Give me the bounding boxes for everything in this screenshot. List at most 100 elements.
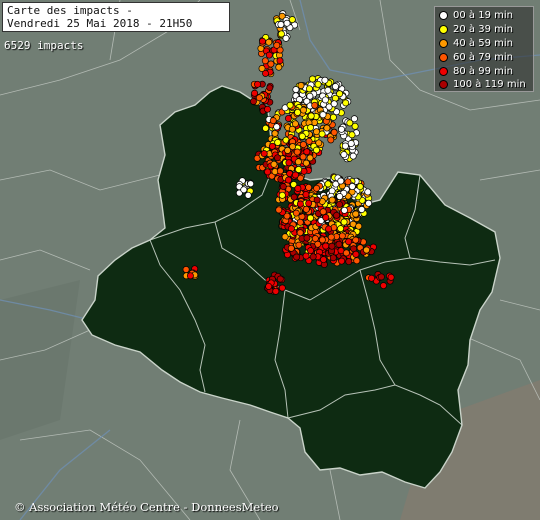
strike-dot	[302, 191, 310, 198]
strike-dot	[244, 191, 252, 199]
strike-dot	[281, 233, 289, 241]
strike-dot	[307, 214, 314, 222]
strike-dot	[358, 206, 366, 213]
strike-dot	[345, 258, 353, 266]
legend-item: 80 à 99 min	[439, 64, 533, 78]
strike-dot	[377, 273, 385, 281]
strike-dot	[186, 272, 194, 280]
strike-dot	[250, 97, 257, 105]
strike-dot	[329, 113, 337, 121]
strike-dot	[335, 240, 343, 248]
strike-dot	[305, 183, 313, 191]
strike-dot	[300, 106, 307, 114]
strike-dot	[277, 21, 285, 28]
strike-dot	[387, 273, 395, 281]
strike-dot	[321, 76, 329, 84]
strike-dot	[324, 180, 332, 188]
strike-dot	[299, 141, 307, 149]
strike-dot	[254, 80, 261, 88]
strike-dot	[342, 99, 350, 107]
strike-dot	[269, 117, 277, 125]
title-line-1: Carte des impacts -	[7, 4, 133, 17]
strike-dot	[262, 124, 270, 132]
strike-dot	[285, 159, 293, 167]
strike-dot	[336, 90, 344, 98]
strike-dot	[296, 200, 304, 208]
legend-label: 100 à 119 min	[453, 79, 526, 91]
strike-dot	[266, 84, 274, 92]
strike-dot	[348, 183, 356, 190]
legend-label: 40 à 59 min	[453, 37, 513, 49]
title-line-2: Vendredi 25 Mai 2018 - 21H50	[7, 17, 193, 30]
strike-dot	[315, 139, 323, 147]
strike-dot	[274, 154, 281, 162]
legend-item: 100 à 119 min	[439, 78, 533, 92]
strike-dot	[330, 100, 338, 108]
legend-item: 60 à 79 min	[439, 50, 533, 64]
strike-dot	[347, 140, 355, 147]
strike-dot	[270, 160, 278, 168]
strike-dot	[352, 250, 360, 258]
strike-dot	[323, 124, 331, 132]
strike-dot	[302, 205, 310, 213]
strike-dot	[313, 184, 321, 192]
strike-dot	[296, 218, 304, 226]
strike-dot	[272, 287, 280, 295]
strike-dot	[306, 154, 314, 162]
strike-dot	[328, 196, 336, 204]
legend-label: 00 à 19 min	[453, 10, 513, 22]
strike-dot	[328, 242, 336, 250]
strike-dot	[309, 253, 317, 261]
strike-dot	[297, 82, 305, 89]
strike-dot	[278, 191, 286, 199]
strike-dot	[286, 101, 294, 109]
legend: 00 à 19 min 20 à 39 min 40 à 59 min 60 à…	[434, 6, 534, 92]
strike-dot	[293, 148, 301, 156]
strike-dot	[318, 236, 326, 244]
strike-dot	[292, 171, 299, 179]
strike-dot	[274, 138, 282, 146]
legend-dot	[439, 80, 448, 90]
strike-dot	[291, 120, 299, 128]
strike-dot	[240, 186, 248, 194]
strike-dot	[352, 210, 360, 218]
strike-dot	[365, 199, 373, 207]
strike-dot	[346, 119, 354, 127]
strike-dot	[333, 211, 341, 219]
map-title: Carte des impacts - Vendredi 25 Mai 2018…	[2, 2, 230, 32]
strike-dot	[292, 86, 300, 94]
strike-dot	[296, 229, 304, 237]
strike-dot	[265, 38, 273, 46]
strike-dot	[353, 257, 361, 265]
strike-dot	[285, 176, 292, 184]
strike-dot	[324, 86, 332, 94]
strike-dot	[264, 105, 271, 113]
strike-dot	[311, 101, 319, 109]
strike-dot	[251, 89, 259, 97]
legend-label: 20 à 39 min	[453, 24, 513, 36]
impact-count: 6529 impacts	[4, 39, 84, 52]
strike-dot	[325, 225, 333, 233]
strike-dot	[356, 183, 364, 191]
strike-dot	[284, 114, 292, 122]
legend-label: 60 à 79 min	[453, 51, 513, 63]
strike-dot	[321, 96, 329, 104]
legend-dot	[439, 11, 448, 21]
strike-dot	[338, 125, 345, 133]
strike-dot	[338, 257, 346, 265]
strike-dot	[265, 51, 273, 59]
strike-dot	[287, 225, 295, 233]
strike-dot	[303, 148, 311, 156]
strike-dot	[255, 94, 263, 102]
strike-dot	[264, 168, 272, 176]
strike-dot	[330, 128, 338, 136]
legend-dot	[439, 66, 448, 76]
strike-dot	[337, 177, 345, 185]
legend-dot	[439, 52, 448, 62]
strike-dot	[364, 188, 372, 196]
strike-dot	[336, 193, 344, 200]
strike-dot	[380, 282, 387, 290]
strike-dot	[259, 37, 266, 45]
legend-dot	[439, 25, 448, 35]
strike-dot	[292, 209, 300, 217]
